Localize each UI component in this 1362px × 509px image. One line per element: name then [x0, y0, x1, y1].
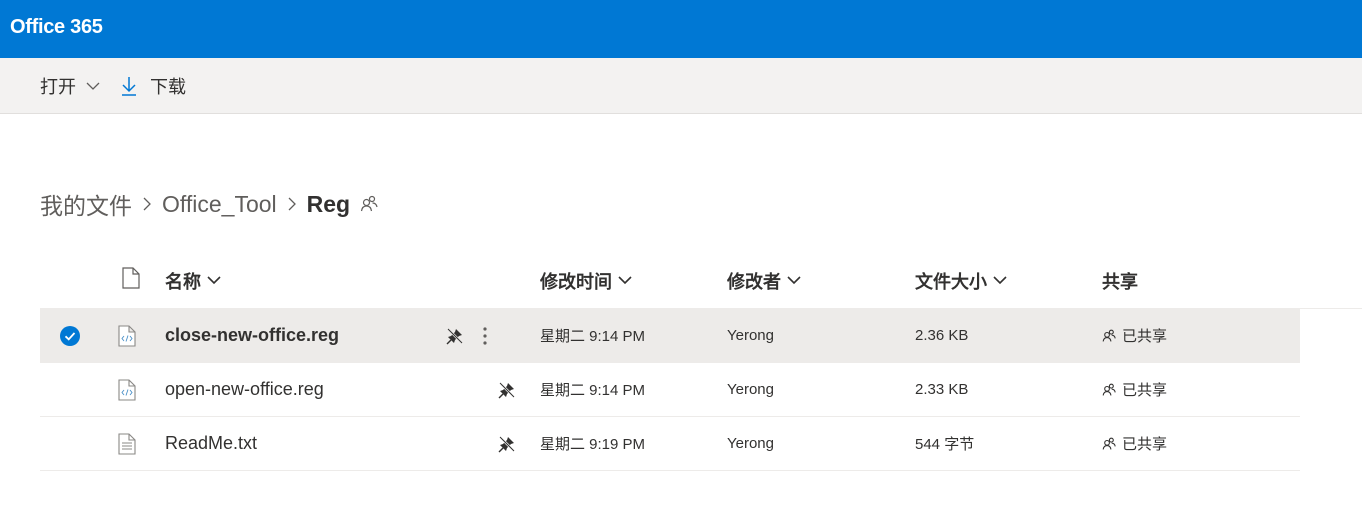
chevron-right-icon [142, 196, 152, 212]
code-file-icon [118, 363, 136, 416]
file-size: 544 字节 [915, 436, 975, 453]
file-name[interactable]: open-new-office.reg [165, 363, 324, 416]
shared-people-icon [1102, 383, 1116, 396]
sharing-status[interactable]: 已共享 [1102, 309, 1167, 362]
size-column-header[interactable]: 文件大小 [915, 252, 1007, 309]
modified-by[interactable]: Yerong [727, 363, 774, 416]
modified-by[interactable]: Yerong [727, 417, 774, 470]
name-column-header[interactable]: 名称 [165, 252, 221, 309]
chevron-down-icon [787, 276, 801, 285]
sharing-label: 已共享 [1122, 436, 1168, 453]
pin-icon[interactable] [446, 309, 464, 362]
file-type-icon [116, 267, 140, 294]
breadcrumb-current-folder: Reg [306, 190, 351, 217]
download-icon [120, 76, 138, 96]
sharing-label: 已共享 [1122, 382, 1168, 399]
chevron-down-icon [207, 276, 221, 285]
sharing-column-label: 共享 [1102, 271, 1138, 292]
selection-checkbox[interactable] [60, 309, 80, 362]
app-title[interactable]: Office 365 [10, 16, 103, 39]
pin-icon[interactable] [498, 417, 516, 470]
file-row[interactable]: open-new-office.reg 星期二 9:14 PM Yerong 2… [40, 363, 1300, 417]
modified-by-column-label: 修改者 [727, 271, 781, 292]
name-column-label: 名称 [165, 271, 201, 292]
open-button[interactable]: 打开 [40, 58, 100, 114]
download-button[interactable]: 下载 [120, 58, 186, 114]
file-name[interactable]: ReadMe.txt [165, 417, 257, 470]
file-row[interactable]: ReadMe.txt 星期二 9:19 PM Yerong 544 字节 已共享 [40, 417, 1300, 471]
chevron-down-icon [993, 276, 1007, 285]
file-list-header: 名称 修改时间 修改者 文件大小 共享 [40, 252, 1362, 309]
size-column-label: 文件大小 [915, 271, 987, 292]
file-list: 名称 修改时间 修改者 文件大小 共享 close-new-office.reg [40, 252, 1362, 471]
modified-date: 星期二 9:19 PM [540, 436, 646, 453]
modified-column-label: 修改时间 [540, 271, 612, 292]
download-label: 下载 [150, 77, 186, 97]
file-type-column-header[interactable] [116, 252, 140, 309]
pin-icon[interactable] [498, 363, 516, 416]
breadcrumb: 我的文件 Office_Tool Reg [40, 186, 378, 222]
sharing-column-header[interactable]: 共享 [1102, 252, 1138, 309]
shared-people-icon [1102, 437, 1116, 450]
shared-people-icon[interactable] [360, 195, 378, 213]
checkmark-circle-icon [60, 325, 80, 346]
modified-by[interactable]: Yerong [727, 309, 774, 362]
file-size: 2.36 KB [915, 327, 969, 344]
file-name[interactable]: close-new-office.reg [165, 309, 339, 362]
chevron-down-icon [618, 276, 632, 285]
sharing-status[interactable]: 已共享 [1102, 417, 1167, 470]
file-size: 2.33 KB [915, 381, 969, 398]
sharing-label: 已共享 [1122, 328, 1168, 345]
breadcrumb-office-tool[interactable]: Office_Tool [162, 191, 277, 218]
text-file-icon [118, 417, 136, 470]
sharing-status[interactable]: 已共享 [1102, 363, 1167, 416]
app-header: Office 365 [0, 0, 1362, 58]
modified-by-column-header[interactable]: 修改者 [727, 252, 801, 309]
modified-date: 星期二 9:14 PM [540, 382, 646, 399]
open-label: 打开 [40, 77, 76, 97]
breadcrumb-my-files[interactable]: 我的文件 [40, 187, 132, 221]
command-bar: 打开 下载 [0, 58, 1362, 114]
modified-column-header[interactable]: 修改时间 [540, 252, 632, 309]
more-options-icon[interactable] [482, 309, 488, 362]
file-row[interactable]: close-new-office.reg 星期二 9:14 PM Yerong … [40, 309, 1300, 363]
code-file-icon [118, 309, 136, 362]
shared-people-icon [1102, 329, 1116, 342]
chevron-right-icon [287, 196, 297, 212]
modified-date: 星期二 9:14 PM [540, 328, 646, 345]
chevron-down-icon [86, 82, 100, 91]
